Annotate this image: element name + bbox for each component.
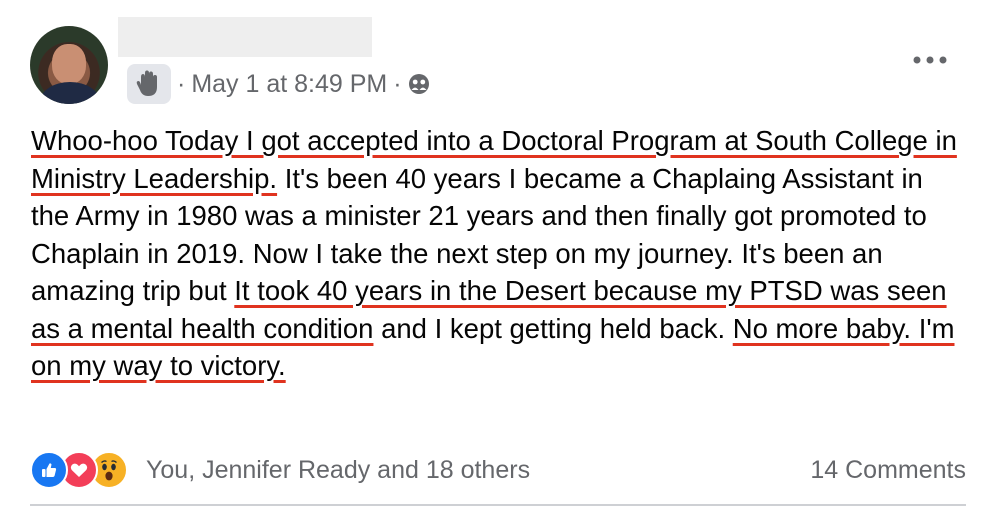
like-icon xyxy=(30,451,68,489)
more-options-icon[interactable] xyxy=(910,48,950,72)
post-text-segment: and I kept getting held back. xyxy=(373,312,733,344)
author-avatar[interactable] xyxy=(30,26,108,104)
meta-separator: · xyxy=(393,69,402,98)
reacted-by-text[interactable]: You, Jennifer Ready and 18 others xyxy=(146,456,530,485)
post-timestamp[interactable]: May 1 at 8:49 PM xyxy=(191,70,387,99)
reactions-bar: You, Jennifer Ready and 18 others 14 Com… xyxy=(30,448,966,492)
divider xyxy=(30,504,966,506)
post-meta: · May 1 at 8:49 PM · xyxy=(127,64,430,104)
avatar-body xyxy=(40,82,100,104)
author-name-redacted[interactable] xyxy=(118,17,372,57)
post-card: · May 1 at 8:49 PM · Whoo-hoo Today I go… xyxy=(0,0,994,512)
reaction-icons[interactable] xyxy=(30,451,128,489)
meta-separator: · xyxy=(177,69,186,98)
wave-icon[interactable] xyxy=(127,64,171,104)
comments-count[interactable]: 14 Comments xyxy=(810,456,966,485)
avatar-face xyxy=(52,44,86,84)
post-text: Whoo-hoo Today I got accepted into a Doc… xyxy=(31,122,966,385)
friends-icon[interactable] xyxy=(408,73,430,95)
